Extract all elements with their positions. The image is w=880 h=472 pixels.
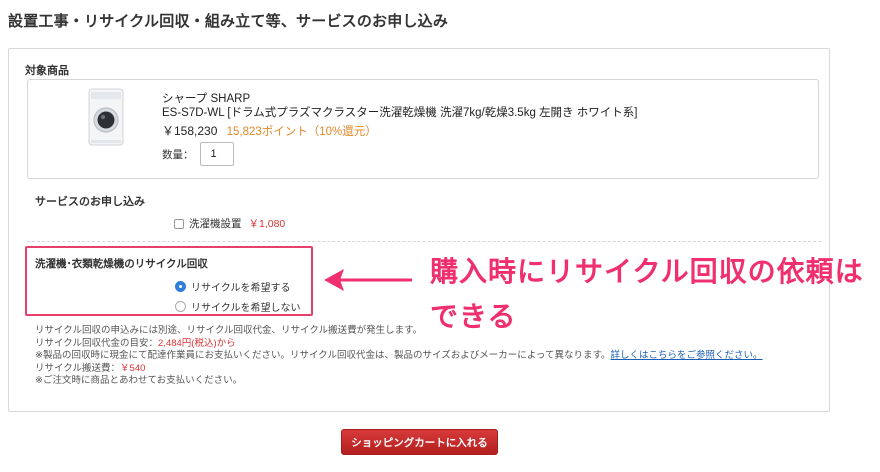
recycle-option-yes-label: リサイクルを希望する <box>191 283 291 294</box>
transport-fee-value: ￥540 <box>120 362 146 374</box>
note-line-5: ※ご注文時に商品とあわせてお支払いください。 <box>35 375 243 386</box>
product-card: シャープ SHARP ES-S7D-WL [ドラム式プラズマクラスター洗濯乾燥機… <box>27 79 819 179</box>
product-name: ES-S7D-WL [ドラム式プラズマクラスター洗濯乾燥機 洗濯7kg/乾燥3.… <box>162 107 638 119</box>
radio-selected-icon[interactable] <box>175 281 186 292</box>
annotation-line-1: 購入時にリサイクル回収の依頼は <box>430 256 864 287</box>
recycle-option-no-label: リサイクルを希望しない <box>191 303 301 314</box>
details-link[interactable]: 詳しくはこちらをご参照ください。 <box>611 350 763 361</box>
recycle-option-no[interactable]: リサイクルを希望しない <box>175 299 301 314</box>
add-to-cart-button[interactable]: ショッピングカートに入れる <box>341 429 498 455</box>
price-row: ￥158,230 15,823ポイント（10%還元） <box>162 123 637 140</box>
washing-machine-image <box>88 88 124 146</box>
note-line-3-text: ※製品の回収時に現金にて配達作業員にお支払いください。リサイクル回収代金は、製品… <box>35 350 611 361</box>
service-section-label: サービスのお申し込み <box>35 196 145 208</box>
install-label: 洗濯機設置 <box>189 218 242 230</box>
page-title: 設置工事・リサイクル回収・組み立て等、サービスのお申し込み <box>8 13 449 30</box>
recycle-option-yes[interactable]: リサイクルを希望する <box>175 279 291 294</box>
recycle-section-highlight: 洗濯機･衣類乾燥機のリサイクル回収 リサイクルを希望する リサイクルを希望しない <box>25 246 313 316</box>
note-line-2: リサイクル回収代金の目安：2,484円(税込)から <box>35 338 763 351</box>
install-service-option[interactable]: 洗濯機設置 ￥1,080 <box>174 216 285 231</box>
annotation-text: 購入時にリサイクル回収の依頼は できる <box>430 249 864 339</box>
recycle-fee-value: 2,484円(税込)から <box>158 337 236 349</box>
transport-fee-label: リサイクル搬送費： <box>35 362 121 374</box>
note-line-3: ※製品の回収時に現金にて配達作業員にお支払いください。リサイクル回収代金は、製品… <box>35 350 763 363</box>
recycle-fee-label: リサイクル回収代金の目安： <box>35 337 159 349</box>
section-divider <box>27 241 821 242</box>
product-price: ￥158,230 <box>162 124 218 138</box>
install-checkbox[interactable] <box>174 218 184 229</box>
product-brand: シャープ SHARP <box>162 93 251 105</box>
recycle-section-title: 洗濯機･衣類乾燥機のリサイクル回収 <box>35 258 208 270</box>
quantity-label: 数量： <box>162 148 194 161</box>
product-section-label: 対象商品 <box>25 65 69 77</box>
product-info: シャープ SHARP ES-S7D-WL [ドラム式プラズマクラスター洗濯乾燥機… <box>162 92 637 140</box>
note-line-4: リサイクル搬送費：￥540 <box>35 363 763 376</box>
annotation-line-2: できる <box>430 301 517 332</box>
install-price: ￥1,080 <box>248 218 286 230</box>
points-reward: 15,823ポイント（10%還元） <box>226 126 377 138</box>
radio-unselected-icon[interactable] <box>175 301 186 312</box>
quantity-input[interactable]: 1 <box>199 142 234 166</box>
service-panel: 対象商品 シャープ SHARP ES-S7D-WL [ドラム式プラズマクラスター… <box>8 48 830 412</box>
callout-arrow-icon <box>324 269 412 291</box>
quantity-row: 数量： 1 <box>162 142 234 166</box>
